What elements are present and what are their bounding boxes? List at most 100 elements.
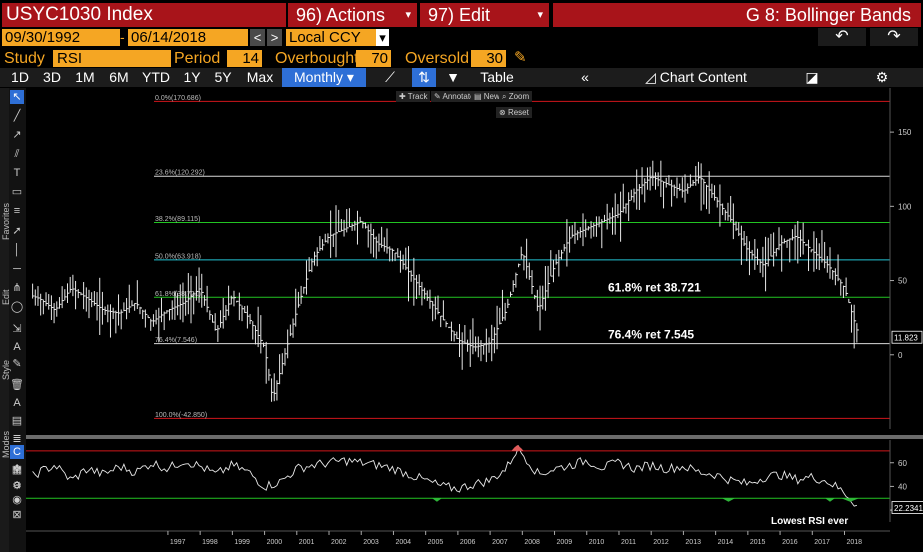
range-button-1m[interactable]: 1M <box>69 68 101 87</box>
prev-date-button[interactable]: < <box>250 29 265 46</box>
chart-area[interactable]: 0.0%(170.686) 23.6%(120.292) 38.2%(89.115)… <box>26 88 923 552</box>
line-tool-icon[interactable]: ╱ <box>10 109 24 123</box>
x-tick-label-4: 2001 <box>299 539 315 546</box>
side-tabs <box>0 88 9 552</box>
range-button-1d[interactable]: 1D <box>5 68 35 87</box>
label-tool-icon[interactable]: A <box>10 340 24 354</box>
track-label: Track <box>407 92 428 101</box>
chart-type-dropdown-icon[interactable]: ▼ <box>444 68 462 87</box>
measure-tool-icon[interactable]: ⇲ <box>10 322 24 336</box>
mode-c-icon[interactable]: C <box>10 445 24 459</box>
x-tick-label-12: 2009 <box>557 539 573 546</box>
caret-down-icon: ▾ <box>537 9 543 21</box>
oversold-label: Oversold <box>405 50 470 67</box>
pitchfork-icon[interactable]: ⋔ <box>10 281 24 295</box>
style-line-icon[interactable]: ≣ <box>10 432 24 446</box>
pin-icon[interactable]: ◉ <box>10 493 24 507</box>
reset-button[interactable]: ⊗ Reset <box>496 107 532 118</box>
next-date-button[interactable]: > <box>267 29 282 46</box>
vertical-line-icon[interactable]: │ <box>10 243 24 257</box>
zoom-button[interactable]: ⌕ Zoom <box>499 91 533 102</box>
frequency-dropdown[interactable]: Monthly ▾ <box>282 68 366 87</box>
graph-title: G 8: Bollinger Bands <box>553 3 921 27</box>
edit-label: 97) Edit <box>428 5 491 25</box>
fib-label-3: 50.0%(63.918) <box>155 253 201 260</box>
range-button-3d[interactable]: 3D <box>37 68 67 87</box>
edit-menu[interactable]: 97) Edit ▾ <box>420 3 549 27</box>
channel-tool-icon[interactable]: ⫽ <box>10 147 24 161</box>
mode-settings-icon[interactable]: ⚙ <box>10 479 24 493</box>
horizontal-line-icon[interactable]: ─ <box>10 262 24 276</box>
ray-tool-icon[interactable]: ↗ <box>10 128 24 142</box>
fib-label-1: 23.6%(120.292) <box>155 170 205 177</box>
ellipse-tool-icon[interactable]: ◯ <box>10 300 24 314</box>
y-tick-label-2: 50 <box>898 277 907 286</box>
x-tick-label-7: 2004 <box>395 539 411 546</box>
x-tick-label-15: 2012 <box>653 539 669 546</box>
x-tick-label-9: 2006 <box>460 539 476 546</box>
currency-dropdown-button[interactable]: ▾ <box>376 29 389 46</box>
chart-content-icon: ◿ <box>645 69 656 85</box>
trash-icon[interactable]: 🗑 <box>10 378 24 392</box>
fib-label-2: 38.2%(89.115) <box>155 216 200 223</box>
lowest-rsi-annotation: Lowest RSI ever <box>771 516 848 527</box>
chart-content-button[interactable]: ◿ Chart Content <box>640 68 752 87</box>
period-field[interactable]: 14 <box>227 50 262 67</box>
gear-icon[interactable]: ⚙ <box>872 68 892 87</box>
x-tick-label-17: 2014 <box>718 539 734 546</box>
x-tick-label-11: 2008 <box>524 539 540 546</box>
frequency-label: Monthly <box>294 69 344 85</box>
currency-field[interactable]: Local CCY <box>286 29 376 46</box>
fibonacci-tool-icon[interactable]: ≡ <box>10 204 24 218</box>
chart-content-label: Chart Content <box>659 69 747 85</box>
arrow-tool-icon[interactable]: ➚ <box>10 224 24 238</box>
y-tick-label-1: 100 <box>898 202 912 211</box>
line-chart-icon[interactable]: ⟋ <box>380 68 400 87</box>
collapse-double-chevron-icon[interactable]: « <box>575 68 595 87</box>
range-button-ytd[interactable]: YTD <box>138 68 174 87</box>
end-date-field[interactable]: 06/14/2018 <box>128 29 248 46</box>
pencil-icon[interactable]: ✎ <box>514 48 527 66</box>
x-tick-label-18: 2015 <box>750 539 766 546</box>
fib-label-6: 100.0%(-42.850) <box>155 412 207 419</box>
brush-tool-icon[interactable]: ✎ <box>10 357 24 371</box>
x-tick-label-8: 2005 <box>428 539 444 546</box>
style-a-icon[interactable]: A <box>10 396 24 410</box>
start-date-field[interactable]: 09/30/1992 <box>2 29 120 46</box>
x-tick-label-1: 1998 <box>202 539 218 546</box>
back-arrow-icon[interactable]: ↶ <box>818 28 866 46</box>
mode-layers-icon[interactable]: ❖ <box>10 462 24 476</box>
edit-chart-icon[interactable]: ◪ <box>802 68 822 87</box>
reset-label: Reset <box>507 108 529 117</box>
track-button[interactable]: ✚ Track <box>396 91 431 102</box>
panel-separator <box>26 435 923 439</box>
forward-arrow-icon[interactable]: ↷ <box>870 28 918 46</box>
rsi-tick-label-1: 40 <box>898 482 907 491</box>
table-button[interactable]: Table <box>472 68 522 87</box>
oversold-field[interactable]: 30 <box>471 50 506 67</box>
last-rsi-label: 22.2341 <box>894 504 923 513</box>
study-label: Study <box>4 50 45 67</box>
study-field[interactable]: RSI <box>53 50 171 67</box>
bar-chart-icon[interactable]: ⇅ <box>412 68 436 87</box>
actions-menu[interactable]: 96) Actions ▾ <box>288 3 417 27</box>
x-tick-label-5: 2002 <box>331 539 347 546</box>
x-tick-label-10: 2007 <box>492 539 508 546</box>
rectangle-tool-icon[interactable]: ▭ <box>10 185 24 199</box>
annotation-764: 76.4% ret 7.545 <box>608 328 694 342</box>
date-separator: - <box>120 29 125 45</box>
range-button-6m[interactable]: 6M <box>103 68 135 87</box>
range-button-5y[interactable]: 5Y <box>209 68 237 87</box>
x-tick-label-14: 2011 <box>621 539 636 546</box>
period-label: Period <box>174 50 221 67</box>
text-tool-icon[interactable]: T <box>10 166 24 180</box>
fib-label-0: 0.0%(170.686) <box>155 95 201 102</box>
cursor-icon[interactable]: ↖ <box>10 90 24 104</box>
lock-icon[interactable]: ⊠ <box>10 508 24 522</box>
overbought-field[interactable]: 70 <box>356 50 391 67</box>
style-color-icon[interactable]: ▤ <box>10 414 24 428</box>
range-button-max[interactable]: Max <box>240 68 280 87</box>
x-tick-label-0: 1997 <box>170 539 186 546</box>
range-button-1y[interactable]: 1Y <box>178 68 206 87</box>
ticker-field[interactable]: USYC1030 Index <box>2 3 286 27</box>
